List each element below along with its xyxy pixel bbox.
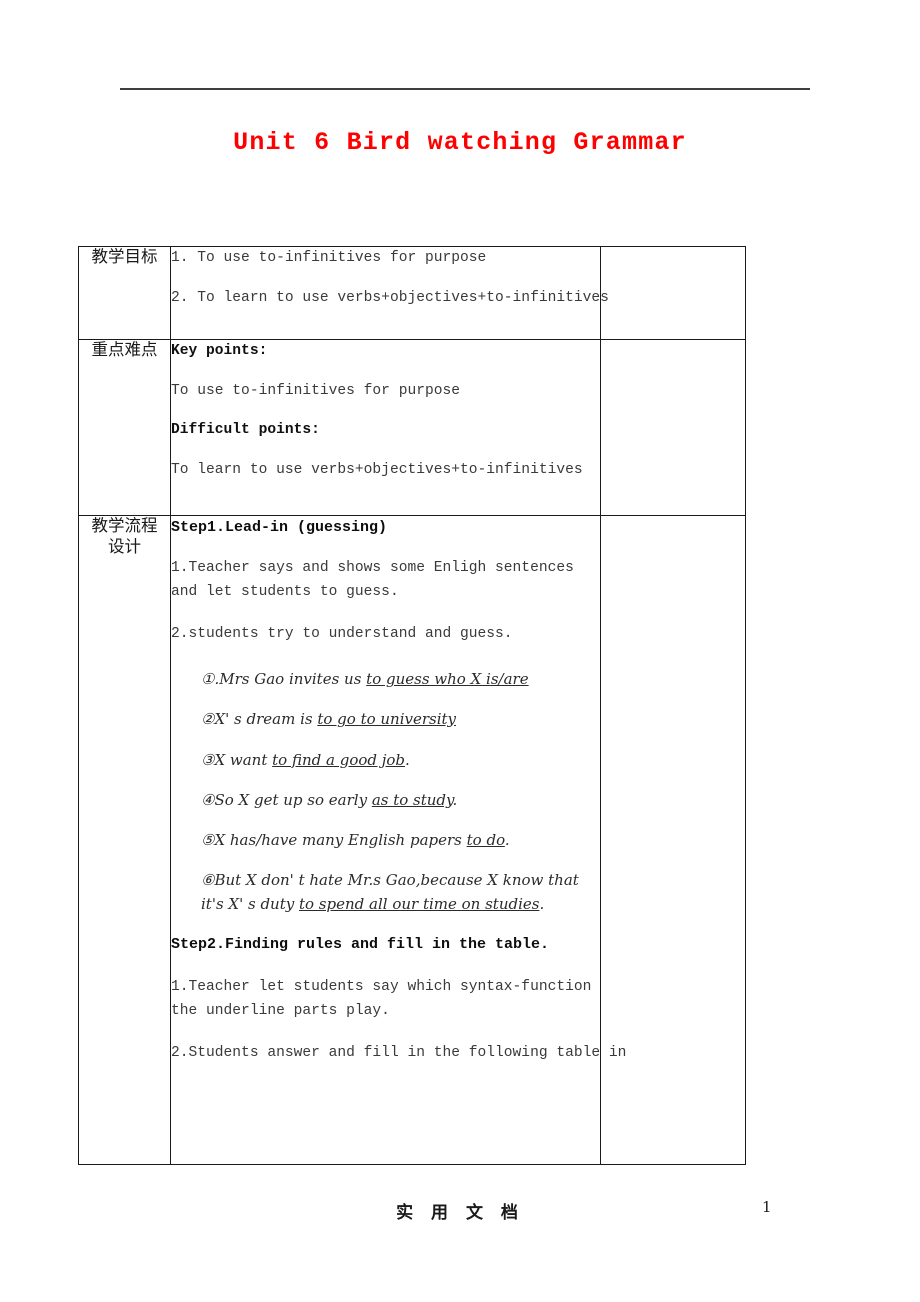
example-marker-2: ② <box>201 710 215 729</box>
example-marker-5: ⑤ <box>201 831 215 850</box>
lesson-plan-table: 教学目标 1. To use to-infinitives for purpos… <box>78 246 746 1165</box>
example-underlined-4: as to study <box>371 790 453 809</box>
example-marker-3: ③ <box>201 750 215 769</box>
step2-item-1: 1.Teacher let students say which syntax-… <box>171 979 592 1019</box>
step2-heading: Step2.Finding rules and fill in the tabl… <box>171 935 550 953</box>
table-row: 教学目标 1. To use to-infinitives for purpos… <box>78 246 746 340</box>
example-underlined-6: to spend all our time on studies <box>298 894 540 913</box>
step1-heading: Step1.Lead-in (guessing) <box>171 519 388 536</box>
example-plain-1: Mrs Gao invites us <box>219 670 367 689</box>
example-underlined-1: to guess who X is/are <box>366 670 529 689</box>
table-row: 教学流程 设计 Step1.Lead-in (guessing) 1.Teach… <box>78 515 746 1165</box>
row-content-keypoints: Key points: To use to-infinitives for pu… <box>170 339 601 516</box>
example-underlined-3: to find a good job <box>272 750 406 769</box>
step1-item-1: 1.Teacher says and shows some Enligh sen… <box>171 560 574 600</box>
step1-item-2: 2.students try to understand and guess. <box>171 625 513 642</box>
example-line-5: ⑤X has/have many English papers to do. <box>171 829 600 852</box>
row-label-objectives: 教学目标 <box>78 246 171 340</box>
example-underlined-2: to go to university <box>317 710 457 729</box>
example-line-3: ③X want to find a good job. <box>171 749 600 772</box>
row-extra-keypoints <box>600 339 746 516</box>
example-after-4: . <box>452 790 458 809</box>
row-content-procedure: Step1.Lead-in (guessing) 1.Teacher says … <box>170 515 627 1165</box>
row-extra-objectives <box>600 246 746 340</box>
step2-item-2: 2.Students answer and fill in the follow… <box>171 1045 627 1062</box>
example-after-5: . <box>504 831 510 850</box>
difficult-points-text: To learn to use verbs+objectives+to-infi… <box>171 461 583 478</box>
example-marker-1: ①. <box>201 670 220 689</box>
example-marker-6: ⑥ <box>201 871 215 890</box>
table-row: 重点难点 Key points: To use to-infinitives f… <box>78 339 746 516</box>
objective-line-2: 2. To learn to use verbs+objectives+to-i… <box>171 289 609 306</box>
key-points-text: To use to-infinitives for purpose <box>171 382 461 399</box>
row-extra-procedure <box>600 515 746 1165</box>
key-points-heading: Key points: <box>171 343 268 359</box>
difficult-points-heading: Difficult points: <box>171 422 320 439</box>
example-line-4: ④So X get up so early as to study. <box>171 789 600 812</box>
row-label-procedure-line2: 设计 <box>108 536 141 556</box>
example-line-2: ②X' s dream is to go to university <box>171 708 600 731</box>
example-plain-5: X has/have many English papers <box>214 831 467 850</box>
example-plain-4: So X get up so early <box>214 790 372 809</box>
example-underlined-5: to do <box>466 831 505 850</box>
page-title: Unit 6 Bird watching Grammar <box>233 128 687 157</box>
example-marker-4: ④ <box>201 790 215 809</box>
objective-line-1: 1. To use to-infinitives for purpose <box>171 250 487 266</box>
example-line-6: ⑥But X don' t hate Mr.s Gao,because X kn… <box>171 869 600 916</box>
row-label-procedure-line1: 教学流程 <box>91 516 158 535</box>
example-line-1: ①.Mrs Gao invites us to guess who X is/a… <box>171 668 600 691</box>
example-after-3: . <box>405 750 410 769</box>
example-plain-3: X want <box>214 750 273 769</box>
document-page: Unit 6 Bird watching Grammar 教学目标 1. To … <box>0 0 920 1302</box>
header-rule <box>120 88 810 90</box>
row-label-keypoints: 重点难点 <box>78 339 171 516</box>
row-content-objectives: 1. To use to-infinitives for purpose 2. … <box>170 246 609 340</box>
footer-page-number: 1 <box>762 1198 772 1216</box>
example-plain-2: X' s dream is <box>214 710 318 729</box>
example-after-6: . <box>539 894 545 913</box>
row-label-procedure: 教学流程 设计 <box>78 515 171 1165</box>
